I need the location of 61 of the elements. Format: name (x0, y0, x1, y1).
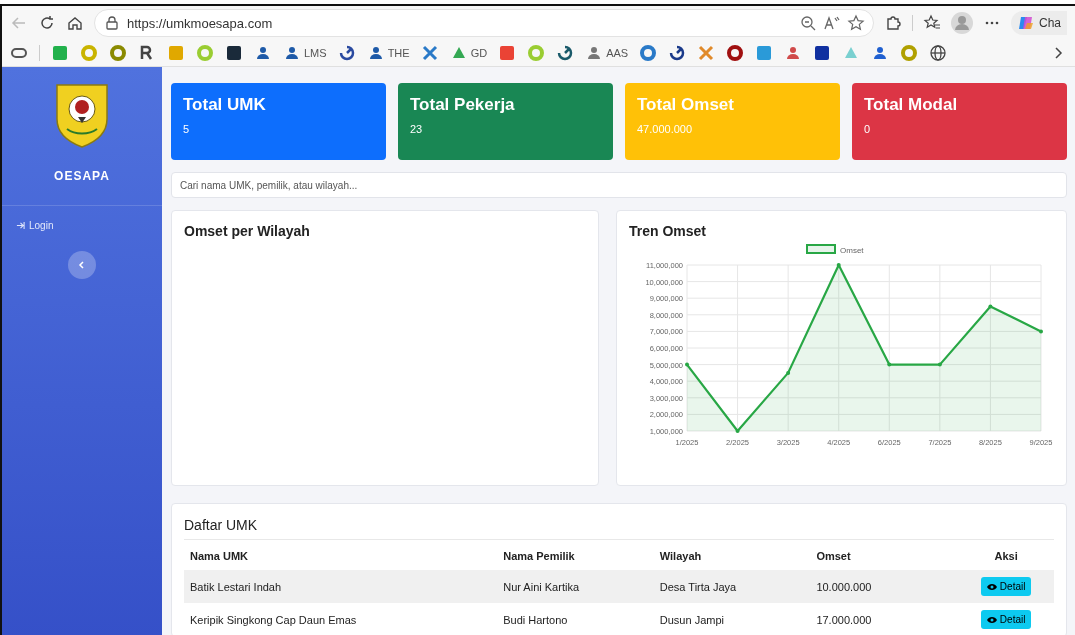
card-value: 0 (864, 123, 872, 135)
card-title: Total Omset (637, 95, 735, 115)
chevron-left-icon (78, 261, 86, 269)
search-field[interactable]: Cari nama UMK, pemilik, atau wilayah... (171, 172, 1067, 198)
home-icon[interactable] (66, 14, 84, 32)
read-aloud-icon[interactable] (823, 14, 841, 32)
eye-icon (986, 615, 997, 624)
table-cell: Dusun Jampi (653, 603, 811, 635)
card-value: 47.000.000 (637, 123, 694, 135)
bookmark-link[interactable]: LMS (304, 47, 327, 59)
data-point (836, 263, 841, 267)
data-point (1039, 329, 1043, 334)
panel-title: Tren Omset (629, 223, 708, 239)
table-cell: Budi Hartono (497, 603, 654, 635)
lock-icon (103, 14, 121, 32)
login-link[interactable]: Login (16, 220, 54, 231)
table-cell: Nur Aini Kartika (497, 570, 654, 603)
column-header: Wilayah (653, 542, 811, 570)
card-title: Total Pekerja (410, 95, 516, 115)
avatar-icon[interactable] (951, 12, 973, 34)
column-header: Nama Pemilik (497, 542, 654, 570)
refresh-icon[interactable] (38, 14, 56, 32)
table-cell: 10.000.000 (810, 570, 959, 603)
brand-name: OESAPA (54, 169, 110, 183)
bookmark-link[interactable]: AAS (606, 47, 629, 59)
zoom-out-icon[interactable] (799, 14, 817, 32)
column-header: Omset (810, 542, 959, 570)
column-header: Aksi (958, 542, 1054, 570)
table-cell: Keripik Singkong Cap Daun Emas (184, 603, 498, 635)
star-icon[interactable] (847, 14, 865, 32)
data-point (685, 362, 689, 367)
data-point (786, 370, 791, 375)
legend-label: Omset (840, 246, 865, 255)
favorites-icon[interactable] (923, 14, 941, 32)
table-title: Daftar UMK (184, 517, 258, 535)
table-cell: Desa Tirta Jaya (653, 570, 811, 603)
puzzle-icon[interactable] (884, 14, 902, 32)
card-title: Total UMK (183, 95, 267, 115)
chart-legend[interactable]: Omset (806, 244, 864, 255)
url-text: https://umkmoesapa.com (127, 15, 274, 31)
data-point (735, 429, 740, 433)
collapse-button[interactable] (68, 251, 96, 279)
copilot-icon (1017, 14, 1035, 32)
data-point (937, 362, 942, 367)
login-icon (16, 221, 25, 230)
panel-title: Omset per Wilayah (184, 223, 311, 239)
eye-icon (986, 582, 997, 591)
copilot-button[interactable]: Cha (1011, 11, 1067, 35)
card-value: 5 (183, 123, 191, 135)
detail-button[interactable]: Detail (980, 610, 1032, 629)
card-value: 23 (410, 123, 424, 135)
bookmark-link[interactable]: GD (470, 47, 488, 59)
table-cell: 17.000.000 (810, 603, 959, 635)
address-bar[interactable]: https://umkmoesapa.com (94, 9, 874, 37)
data-point (988, 304, 993, 309)
card-title: Total Modal (864, 95, 959, 115)
bookmark-link[interactable]: THE (387, 47, 410, 59)
data-point (887, 362, 892, 367)
column-header: Nama UMK (184, 542, 498, 570)
detail-button[interactable]: Detail (980, 577, 1032, 596)
table-cell: Batik Lestari Indah (184, 570, 498, 603)
